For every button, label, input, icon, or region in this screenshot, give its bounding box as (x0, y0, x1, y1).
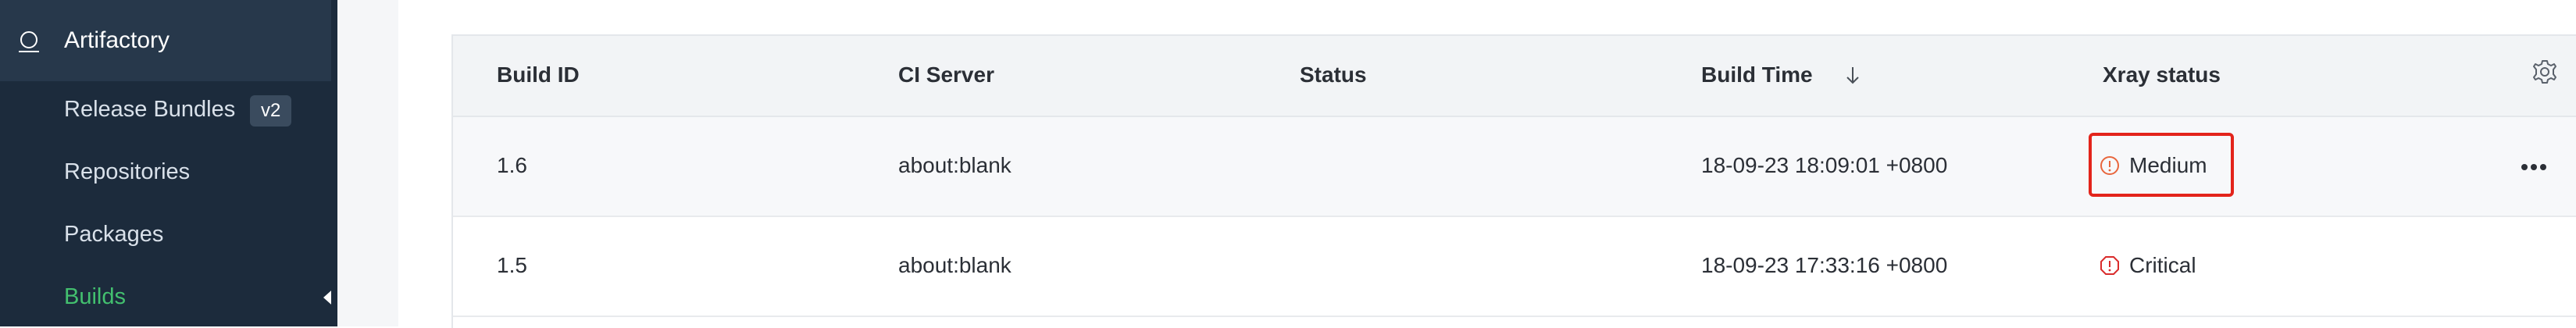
cell-build-id[interactable]: 1.6 (497, 152, 527, 179)
arrow-down-icon[interactable] (1842, 64, 1864, 86)
cell-ci-server[interactable]: about:blank (898, 252, 1011, 279)
critical-octagon-icon (2100, 256, 2119, 275)
column-header-build-id[interactable]: Build ID (497, 62, 580, 87)
column-header-build-time[interactable]: Build Time (1701, 62, 1813, 87)
sidebar: Artifactory Release Bundles v2 Repositor… (0, 0, 337, 326)
cell-build-time: 18-09-23 17:33:16 +0800 (1701, 253, 1948, 277)
sidebar-scrollbar[interactable] (331, 0, 337, 326)
table-header: Build ID CI Server Status Build Time Xra… (453, 36, 2576, 117)
table-row[interactable]: 1.6 about:blank 18-09-23 18:09:01 +0800 … (453, 117, 2576, 217)
sidebar-item-builds[interactable]: Builds (64, 283, 126, 311)
content-gutter (337, 0, 398, 326)
sidebar-item-repositories[interactable]: Repositories (64, 158, 190, 186)
builds-table: Build ID CI Server Status Build Time Xra… (451, 34, 2576, 328)
cell-build-time: 18-09-23 18:09:01 +0800 (1701, 153, 1948, 177)
sidebar-app-title: Artifactory (64, 27, 170, 53)
cell-xray-status[interactable]: Critical (2100, 252, 2196, 279)
more-horizontal-icon[interactable] (2520, 162, 2548, 172)
sidebar-header[interactable]: Artifactory (0, 0, 331, 81)
cell-ci-server[interactable]: about:blank (898, 152, 1011, 179)
artifactory-logo-icon (19, 31, 39, 52)
sidebar-item-packages[interactable]: Packages (64, 220, 163, 248)
release-bundles-version-badge: v2 (250, 95, 292, 127)
xray-status-highlight (2089, 133, 2234, 197)
column-header-status[interactable]: Status (1300, 62, 1367, 87)
table-row[interactable]: 1.5 about:blank 18-09-23 17:33:16 +0800 … (453, 217, 2576, 317)
column-header-ci-server[interactable]: CI Server (898, 62, 994, 87)
sidebar-item-release-bundles[interactable]: Release Bundles (64, 95, 235, 123)
xray-status-label: Critical (2129, 253, 2196, 277)
cell-build-id[interactable]: 1.5 (497, 252, 527, 279)
gear-icon[interactable] (2531, 58, 2559, 86)
column-header-xray-status[interactable]: Xray status (2103, 62, 2221, 87)
